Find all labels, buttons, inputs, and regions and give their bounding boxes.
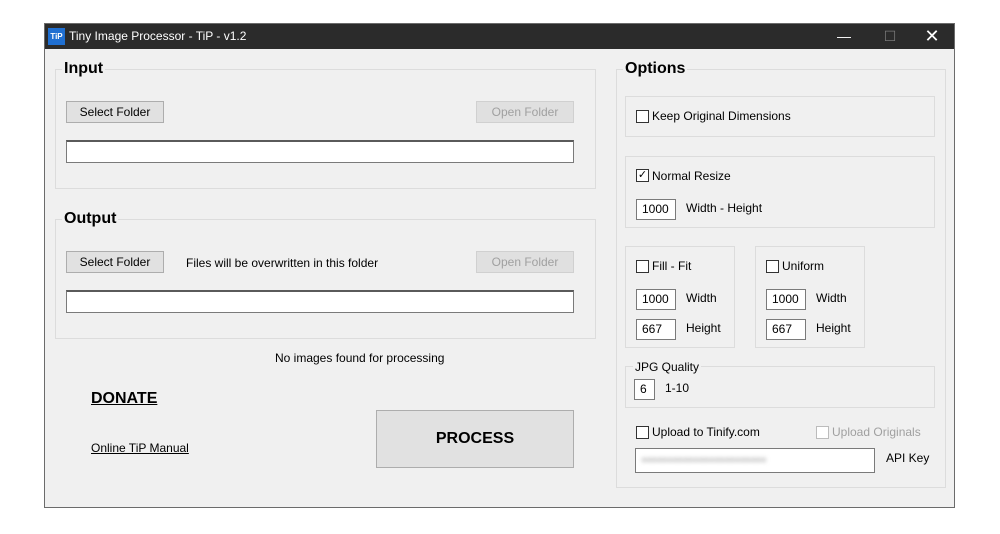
fill-fit-checkbox[interactable] [636, 260, 649, 273]
normal-resize-label: Normal Resize [652, 169, 731, 183]
uniform-width-input[interactable]: 1000 [766, 289, 806, 310]
overwrite-warning: Files will be overwritten in this folder [186, 256, 379, 270]
keep-original-checkbox[interactable] [636, 110, 649, 123]
status-text: No images found for processing [275, 351, 445, 365]
uniform-height-input[interactable]: 667 [766, 319, 806, 340]
input-select-folder-button[interactable]: Select Folder [66, 101, 164, 123]
jpg-quality-label: JPG Quality [633, 360, 702, 374]
uniform-label: Uniform [782, 259, 825, 273]
uniform-checkbox[interactable] [766, 260, 779, 273]
minimize-icon[interactable]: — [821, 24, 867, 49]
upload-originals-checkbox[interactable] [816, 426, 829, 439]
output-open-folder-button[interactable]: Open Folder [476, 251, 574, 273]
options-group-title: Options [623, 60, 688, 78]
uniform-height-label: Height [816, 321, 851, 335]
output-group [55, 219, 596, 339]
uniform-width-label: Width [816, 291, 847, 305]
api-key-label: API Key [886, 451, 930, 465]
fill-fit-label: Fill - Fit [652, 259, 692, 273]
normal-resize-checkbox[interactable]: ✓ [636, 169, 649, 182]
fill-fit-width-label: Width [686, 291, 717, 305]
fill-fit-height-label: Height [686, 321, 721, 335]
maximize-icon[interactable]: ☐ [867, 24, 913, 49]
upload-tinify-checkbox[interactable] [636, 426, 649, 439]
jpg-quality-input[interactable]: 6 [634, 379, 655, 400]
input-open-folder-button[interactable]: Open Folder [476, 101, 574, 123]
upload-originals-label: Upload Originals [832, 425, 921, 439]
fill-fit-width-input[interactable]: 1000 [636, 289, 676, 310]
close-icon[interactable]: ✕ [909, 24, 955, 49]
normal-resize-size-input[interactable]: 1000 [636, 199, 676, 220]
app-logo-icon: TiP [48, 28, 65, 45]
normal-resize-caption: Width - Height [686, 201, 763, 215]
output-group-title: Output [62, 210, 119, 228]
title-bar[interactable]: TiP Tiny Image Processor - TiP - v1.2 — … [45, 24, 954, 49]
output-select-folder-button[interactable]: Select Folder [66, 251, 164, 273]
manual-link[interactable]: Online TiP Manual [91, 441, 189, 455]
input-path-field[interactable] [66, 140, 574, 163]
keep-original-label: Keep Original Dimensions [652, 109, 791, 123]
jpg-quality-range: 1-10 [665, 381, 690, 395]
output-path-field[interactable] [66, 290, 574, 313]
app-window: TiP Tiny Image Processor - TiP - v1.2 — … [44, 23, 955, 508]
api-key-field[interactable]: •••••••••••••••••••••••• [635, 448, 875, 473]
fill-fit-height-input[interactable]: 667 [636, 319, 676, 340]
donate-link[interactable]: DONATE [91, 390, 157, 408]
api-key-value: •••••••••••••••••••••••• [642, 453, 767, 467]
input-group [55, 69, 596, 189]
upload-tinify-label: Upload to Tinify.com [652, 425, 760, 439]
input-group-title: Input [62, 60, 106, 78]
window-title: Tiny Image Processor - TiP - v1.2 [69, 29, 247, 43]
process-button[interactable]: PROCESS [376, 410, 574, 468]
